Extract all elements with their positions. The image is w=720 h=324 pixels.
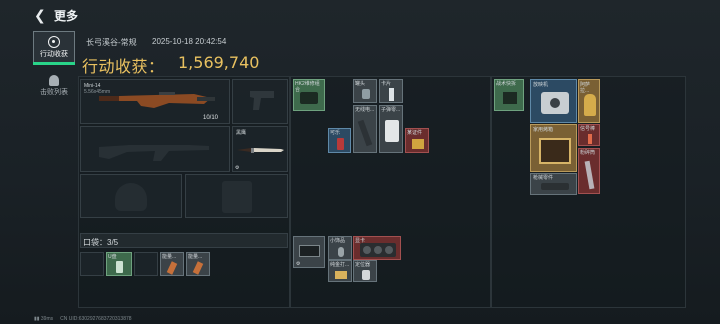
helmet-slot[interactable] bbox=[80, 174, 182, 218]
ammo-count: 10/10 bbox=[203, 115, 219, 121]
item-trinket[interactable]: 小饰品 bbox=[328, 236, 352, 260]
item-label: 枪械零件 bbox=[533, 175, 554, 181]
repair-kit-icon bbox=[300, 92, 318, 104]
item-gold-bar[interactable]: 纯金打... bbox=[328, 260, 352, 282]
item-label: 小饰品 bbox=[330, 238, 346, 244]
skull-icon bbox=[49, 75, 59, 86]
item-gun-parts[interactable]: 枪械零件 bbox=[530, 173, 577, 195]
item-card[interactable]: 卡片 bbox=[379, 79, 403, 103]
melee-slot[interactable]: 黑鹰 ⚙ bbox=[232, 126, 288, 172]
page-title: 更多 bbox=[54, 9, 79, 23]
item-hk2-kit[interactable]: HK2维修组合 bbox=[293, 79, 325, 111]
tab-label: 行动收获 bbox=[40, 51, 68, 58]
rifle-icon bbox=[99, 92, 215, 108]
item-label: 罐头 bbox=[355, 81, 366, 87]
trinket-icon bbox=[338, 247, 344, 257]
item-label: 放映机 bbox=[533, 82, 549, 88]
rig-icon bbox=[503, 92, 517, 104]
earnings-value: 1,569,740 bbox=[178, 53, 260, 72]
case-icon bbox=[299, 245, 320, 257]
cola-can-icon bbox=[337, 138, 344, 150]
can-icon bbox=[362, 89, 370, 99]
pocket-slot-1[interactable] bbox=[80, 252, 104, 276]
item-locator[interactable]: 定位器 bbox=[353, 260, 377, 282]
armor-slot[interactable] bbox=[185, 174, 288, 218]
gpu-icon bbox=[360, 243, 396, 257]
gold-bar-icon bbox=[335, 271, 347, 279]
radio-icon bbox=[357, 119, 373, 147]
item-label: 某证件 bbox=[407, 130, 423, 136]
wifi-icon: ▮▮ bbox=[34, 316, 40, 322]
ping-value: 39ms bbox=[40, 316, 54, 322]
item-label: 可乐 bbox=[330, 130, 341, 136]
tab-kill-list[interactable]: 击败列表 bbox=[33, 71, 75, 105]
item-cola[interactable]: 可乐 bbox=[328, 128, 351, 153]
document-icon bbox=[412, 139, 424, 149]
item-radio[interactable]: 无线电... bbox=[353, 105, 377, 153]
item-asala-artifact[interactable]: 阿萨拉... bbox=[578, 79, 600, 123]
item-label: U盘 bbox=[108, 254, 117, 260]
pistol-silhouette-icon bbox=[250, 91, 274, 110]
item-tactical-quick-release[interactable]: 战术快拆 bbox=[494, 79, 524, 111]
flare-icon bbox=[588, 134, 592, 144]
map-mode: 长弓溪谷-常规 bbox=[86, 38, 137, 47]
item-label: 战术快拆 bbox=[496, 81, 517, 87]
item-signal-stick[interactable]: 信号棒 bbox=[578, 124, 600, 146]
secondary-weapon-slot[interactable] bbox=[80, 126, 230, 172]
item-label: 无线电... bbox=[355, 107, 375, 113]
item-label: 信号棒 bbox=[580, 126, 596, 132]
pocket-slot-3[interactable] bbox=[134, 252, 158, 276]
item-label: 能量... bbox=[188, 254, 203, 260]
item-label: 能量... bbox=[162, 254, 177, 260]
locator-icon bbox=[362, 270, 370, 280]
melee-name: 黑鹰 bbox=[236, 130, 247, 136]
item-label: 卡片 bbox=[381, 81, 392, 87]
item-label: 定位器 bbox=[355, 262, 371, 268]
item-id-document[interactable]: 某证件 bbox=[405, 128, 429, 153]
armor-silhouette-icon bbox=[222, 181, 252, 213]
item-label: 粉碎筒 bbox=[580, 150, 596, 156]
item-can[interactable]: 罐头 bbox=[353, 79, 377, 103]
user-uid: CN UID:6302927683720313878 bbox=[60, 316, 132, 322]
active-tab-indicator bbox=[33, 62, 75, 65]
pocket-item-energy-2[interactable]: 能量... bbox=[186, 252, 210, 276]
tab-operation-loot[interactable]: 行动收获 bbox=[33, 31, 75, 65]
energy-bar-icon bbox=[166, 261, 178, 275]
ammo-parts-icon bbox=[385, 120, 399, 142]
tube-icon bbox=[584, 160, 595, 190]
item-label: 家用烤箱 bbox=[533, 127, 554, 133]
oven-icon bbox=[539, 138, 571, 164]
usb-icon bbox=[116, 261, 123, 273]
card-icon bbox=[389, 88, 394, 101]
tab-label: 击败列表 bbox=[40, 89, 68, 96]
settings-mini-icon: ⚙ bbox=[235, 165, 240, 171]
item-case[interactable]: ⚙ bbox=[293, 236, 325, 268]
primary-weapon-slot[interactable]: Mini-14 5.56x45mm 10/10 bbox=[80, 79, 230, 124]
item-label: 阿萨拉... bbox=[580, 82, 591, 94]
pocket-item-energy-1[interactable]: 能量... bbox=[160, 252, 184, 276]
gun-part-icon bbox=[541, 183, 569, 190]
pocket-label: 口袋：3/5 bbox=[83, 238, 119, 247]
item-projector[interactable]: 放映机 bbox=[530, 79, 577, 123]
status-bar: ▮▮ 39ms CN UID:6302927683720313878 bbox=[34, 316, 132, 322]
item-label: 子弹零... bbox=[381, 107, 401, 113]
pocket-item-usb[interactable]: U盘 bbox=[106, 252, 132, 276]
settings-mini-icon: ⚙ bbox=[296, 261, 301, 267]
rifle-silhouette-icon bbox=[99, 145, 209, 161]
item-home-oven[interactable]: 家用烤箱 bbox=[530, 124, 577, 172]
operation-datetime: 2025-10-18 20:42:54 bbox=[152, 37, 227, 46]
helmet-silhouette-icon bbox=[115, 183, 147, 211]
item-label: 纯金打... bbox=[330, 262, 350, 268]
item-ammo-parts[interactable]: 子弹零... bbox=[379, 105, 403, 153]
earnings-label: 行动收获： bbox=[82, 59, 165, 76]
sidearm-slot[interactable] bbox=[232, 79, 288, 124]
item-graphics-card[interactable]: 显卡 bbox=[353, 236, 401, 260]
target-icon bbox=[48, 36, 60, 48]
projector-icon bbox=[541, 92, 569, 114]
teapot-icon bbox=[584, 94, 596, 116]
energy-bar-icon bbox=[192, 261, 204, 275]
back-chevron-icon[interactable]: ❮ bbox=[34, 7, 48, 23]
knife-icon bbox=[237, 148, 284, 153]
item-crusher-tube[interactable]: 粉碎筒 bbox=[578, 148, 600, 194]
